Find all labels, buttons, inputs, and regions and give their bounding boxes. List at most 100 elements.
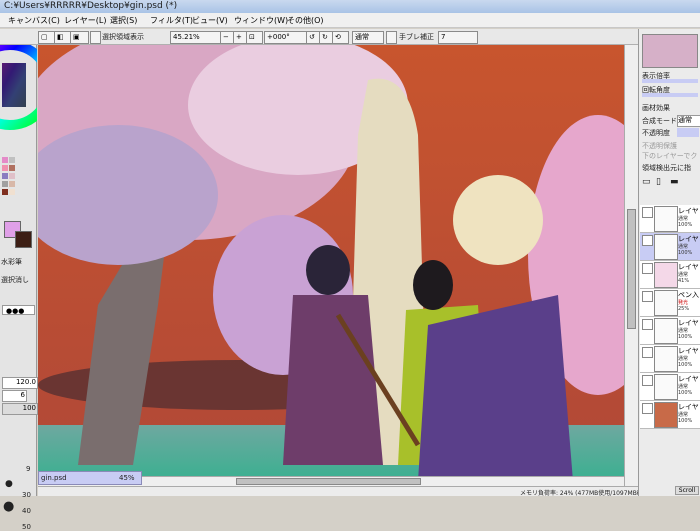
layer-item[interactable]: レイヤ 通常 41% bbox=[640, 261, 700, 289]
window-title: C:¥Users¥RRRRR¥Desktop¥gin.psd (*) bbox=[4, 1, 178, 11]
layer-opacity: 100% bbox=[678, 222, 693, 228]
palette-swatch[interactable] bbox=[2, 181, 8, 187]
layer-item[interactable]: ペン入 発光 25% bbox=[640, 289, 700, 317]
rotate-reset-icon[interactable]: ⟲ bbox=[332, 31, 349, 44]
brush-size-30[interactable]: 30 bbox=[22, 491, 31, 499]
layer-item[interactable]: レイヤ 通常 100% bbox=[640, 205, 700, 233]
layer-item[interactable]: レイヤ 通常 100% bbox=[640, 373, 700, 401]
menu-filter[interactable]: フィルタ(T) bbox=[150, 15, 193, 26]
horizontal-scroll-thumb[interactable] bbox=[236, 478, 421, 485]
zoom-field[interactable]: 45.21% bbox=[170, 31, 224, 44]
palette-swatch[interactable] bbox=[9, 189, 15, 195]
visibility-toggle[interactable] bbox=[642, 375, 653, 386]
brush-size-40[interactable]: 40 bbox=[22, 507, 31, 515]
layer-opacity: 100% bbox=[678, 418, 693, 424]
menu-select[interactable]: 選択(S) bbox=[110, 15, 137, 26]
selection-source-checkbox[interactable] bbox=[90, 31, 101, 44]
protect-opacity-checkbox[interactable]: 不透明保護 bbox=[642, 141, 677, 151]
palette-swatch[interactable] bbox=[2, 173, 8, 179]
layer-opacity: 100% bbox=[678, 250, 693, 256]
palette-swatch[interactable] bbox=[9, 165, 15, 171]
rotation-field[interactable]: +000° bbox=[264, 31, 310, 44]
document-tab[interactable]: gin.psd 45% bbox=[38, 471, 142, 485]
navigator-preview[interactable] bbox=[642, 34, 698, 68]
canvas-artwork[interactable] bbox=[18, 20, 668, 486]
status-bar: gin.psd 45% メモリ負荷率: 24% (477MB使用/1097MB確… bbox=[38, 471, 651, 497]
menu-other[interactable]: その他(O) bbox=[287, 15, 324, 26]
brush-density-field[interactable]: 6 bbox=[2, 390, 27, 402]
selection-source-checkbox[interactable]: 領域検出元に指 bbox=[642, 163, 691, 173]
folder-icon bbox=[654, 346, 678, 372]
visibility-toggle[interactable] bbox=[642, 319, 653, 330]
visibility-toggle[interactable] bbox=[642, 347, 653, 358]
palette-swatch[interactable] bbox=[2, 165, 8, 171]
layer-thumbnail bbox=[654, 402, 678, 428]
brush-size-field[interactable]: 120.0 bbox=[2, 377, 38, 389]
visibility-toggle[interactable] bbox=[642, 207, 653, 218]
material-effect-header[interactable]: 画材効果 bbox=[642, 103, 670, 113]
visibility-toggle[interactable] bbox=[642, 291, 653, 302]
layer-item[interactable]: レイヤ 通常 100% bbox=[640, 345, 700, 373]
vertical-scrollbar[interactable] bbox=[624, 45, 638, 486]
folder-icon bbox=[654, 318, 678, 344]
canvas-area[interactable] bbox=[18, 20, 668, 486]
new-vector-layer-icon[interactable]: ▯ bbox=[656, 177, 661, 187]
rotation-slider[interactable] bbox=[642, 93, 698, 97]
folder-icon bbox=[654, 374, 678, 400]
vertical-scroll-thumb[interactable] bbox=[627, 209, 636, 329]
new-folder-icon[interactable]: ▬ bbox=[670, 177, 679, 187]
layer-mode: 通常 bbox=[678, 328, 689, 334]
scroll-button[interactable]: Scroll bbox=[675, 486, 699, 495]
title-bar: C:¥Users¥RRRRR¥Desktop¥gin.psd (*) bbox=[0, 0, 700, 13]
palette-swatch[interactable] bbox=[9, 157, 15, 163]
palette-swatch[interactable] bbox=[2, 157, 8, 163]
visibility-toggle[interactable] bbox=[642, 235, 653, 246]
blend-mode-label: 合成モード bbox=[642, 117, 677, 125]
document-tab-zoom: 45% bbox=[119, 474, 135, 482]
opacity-percent-field[interactable]: 100 bbox=[2, 403, 38, 415]
menu-window[interactable]: ウィンドウ(W) bbox=[234, 15, 288, 26]
layer-mode: 通常 bbox=[678, 356, 689, 362]
palette-swatch[interactable] bbox=[2, 189, 8, 195]
zoom-reset-icon[interactable]: ⊡ bbox=[246, 31, 263, 44]
palette-swatch[interactable] bbox=[9, 181, 15, 187]
layer-opacity-slider[interactable] bbox=[677, 128, 699, 137]
brush-shape-selector[interactable]: ●●● bbox=[2, 305, 35, 315]
layer-item[interactable]: レイヤ 通常 100% bbox=[640, 233, 700, 261]
layer-thumbnail bbox=[654, 206, 678, 232]
tool-selection-eraser[interactable]: 選択消し bbox=[1, 275, 29, 285]
brush-size-50[interactable]: 50 bbox=[22, 523, 31, 531]
layer-opacity: 41% bbox=[678, 278, 690, 284]
menu-canvas[interactable]: キャンバス(C) bbox=[8, 15, 60, 26]
layer-opacity-label: 不透明度 bbox=[642, 129, 670, 137]
layer-opacity: 100% bbox=[678, 390, 693, 396]
selection-source-label: 選択領域表示 bbox=[102, 33, 144, 41]
stabilizer-select[interactable]: 7 bbox=[438, 31, 478, 44]
visibility-toggle[interactable] bbox=[642, 263, 653, 274]
tool-watercolor[interactable]: 水彩筆 bbox=[1, 257, 22, 267]
layer-toolbar: ▭ ▯ ▬ bbox=[642, 176, 698, 189]
layer-list: レイヤ 通常 100% レイヤ 通常 100% レイヤ 通常 41% ペン入 発光 25% レイ… bbox=[639, 205, 700, 496]
layer-opacity: 25% bbox=[678, 306, 690, 312]
layer-item[interactable]: レイヤ 通常 100% bbox=[640, 401, 700, 429]
folder-icon bbox=[654, 234, 678, 260]
clip-lower-checkbox[interactable]: 下のレイヤーでク bbox=[642, 151, 697, 161]
visibility-toggle[interactable] bbox=[642, 403, 653, 414]
stabilizer-checkbox[interactable] bbox=[386, 31, 397, 44]
layer-item[interactable]: レイヤ 通常 100% bbox=[640, 317, 700, 345]
brush-size-9[interactable]: 9 bbox=[26, 465, 30, 473]
layer-opacity: 100% bbox=[678, 362, 693, 368]
new-layer-icon[interactable]: ▭ bbox=[642, 177, 651, 187]
color-wheel[interactable] bbox=[0, 45, 37, 145]
display-zoom-slider[interactable] bbox=[642, 79, 698, 83]
blend-mode-select[interactable]: 通常 bbox=[352, 31, 384, 44]
menu-view[interactable]: ビュー(V) bbox=[192, 15, 228, 26]
background-color[interactable] bbox=[15, 231, 32, 248]
layer-mode: 通常 bbox=[678, 216, 689, 222]
stabilizer-label: 手ブレ補正 bbox=[399, 33, 434, 41]
palette-swatch[interactable] bbox=[9, 173, 15, 179]
select-all-icon[interactable]: ▣ bbox=[70, 31, 89, 44]
layer-blend-mode-select[interactable]: 通常 bbox=[677, 115, 700, 127]
menu-layer[interactable]: レイヤー(L) bbox=[64, 15, 106, 26]
right-panel: 表示倍率 回転角度 画材効果 合成モード 通常 不透明度 不透明保護 下のレイヤ… bbox=[638, 29, 700, 496]
